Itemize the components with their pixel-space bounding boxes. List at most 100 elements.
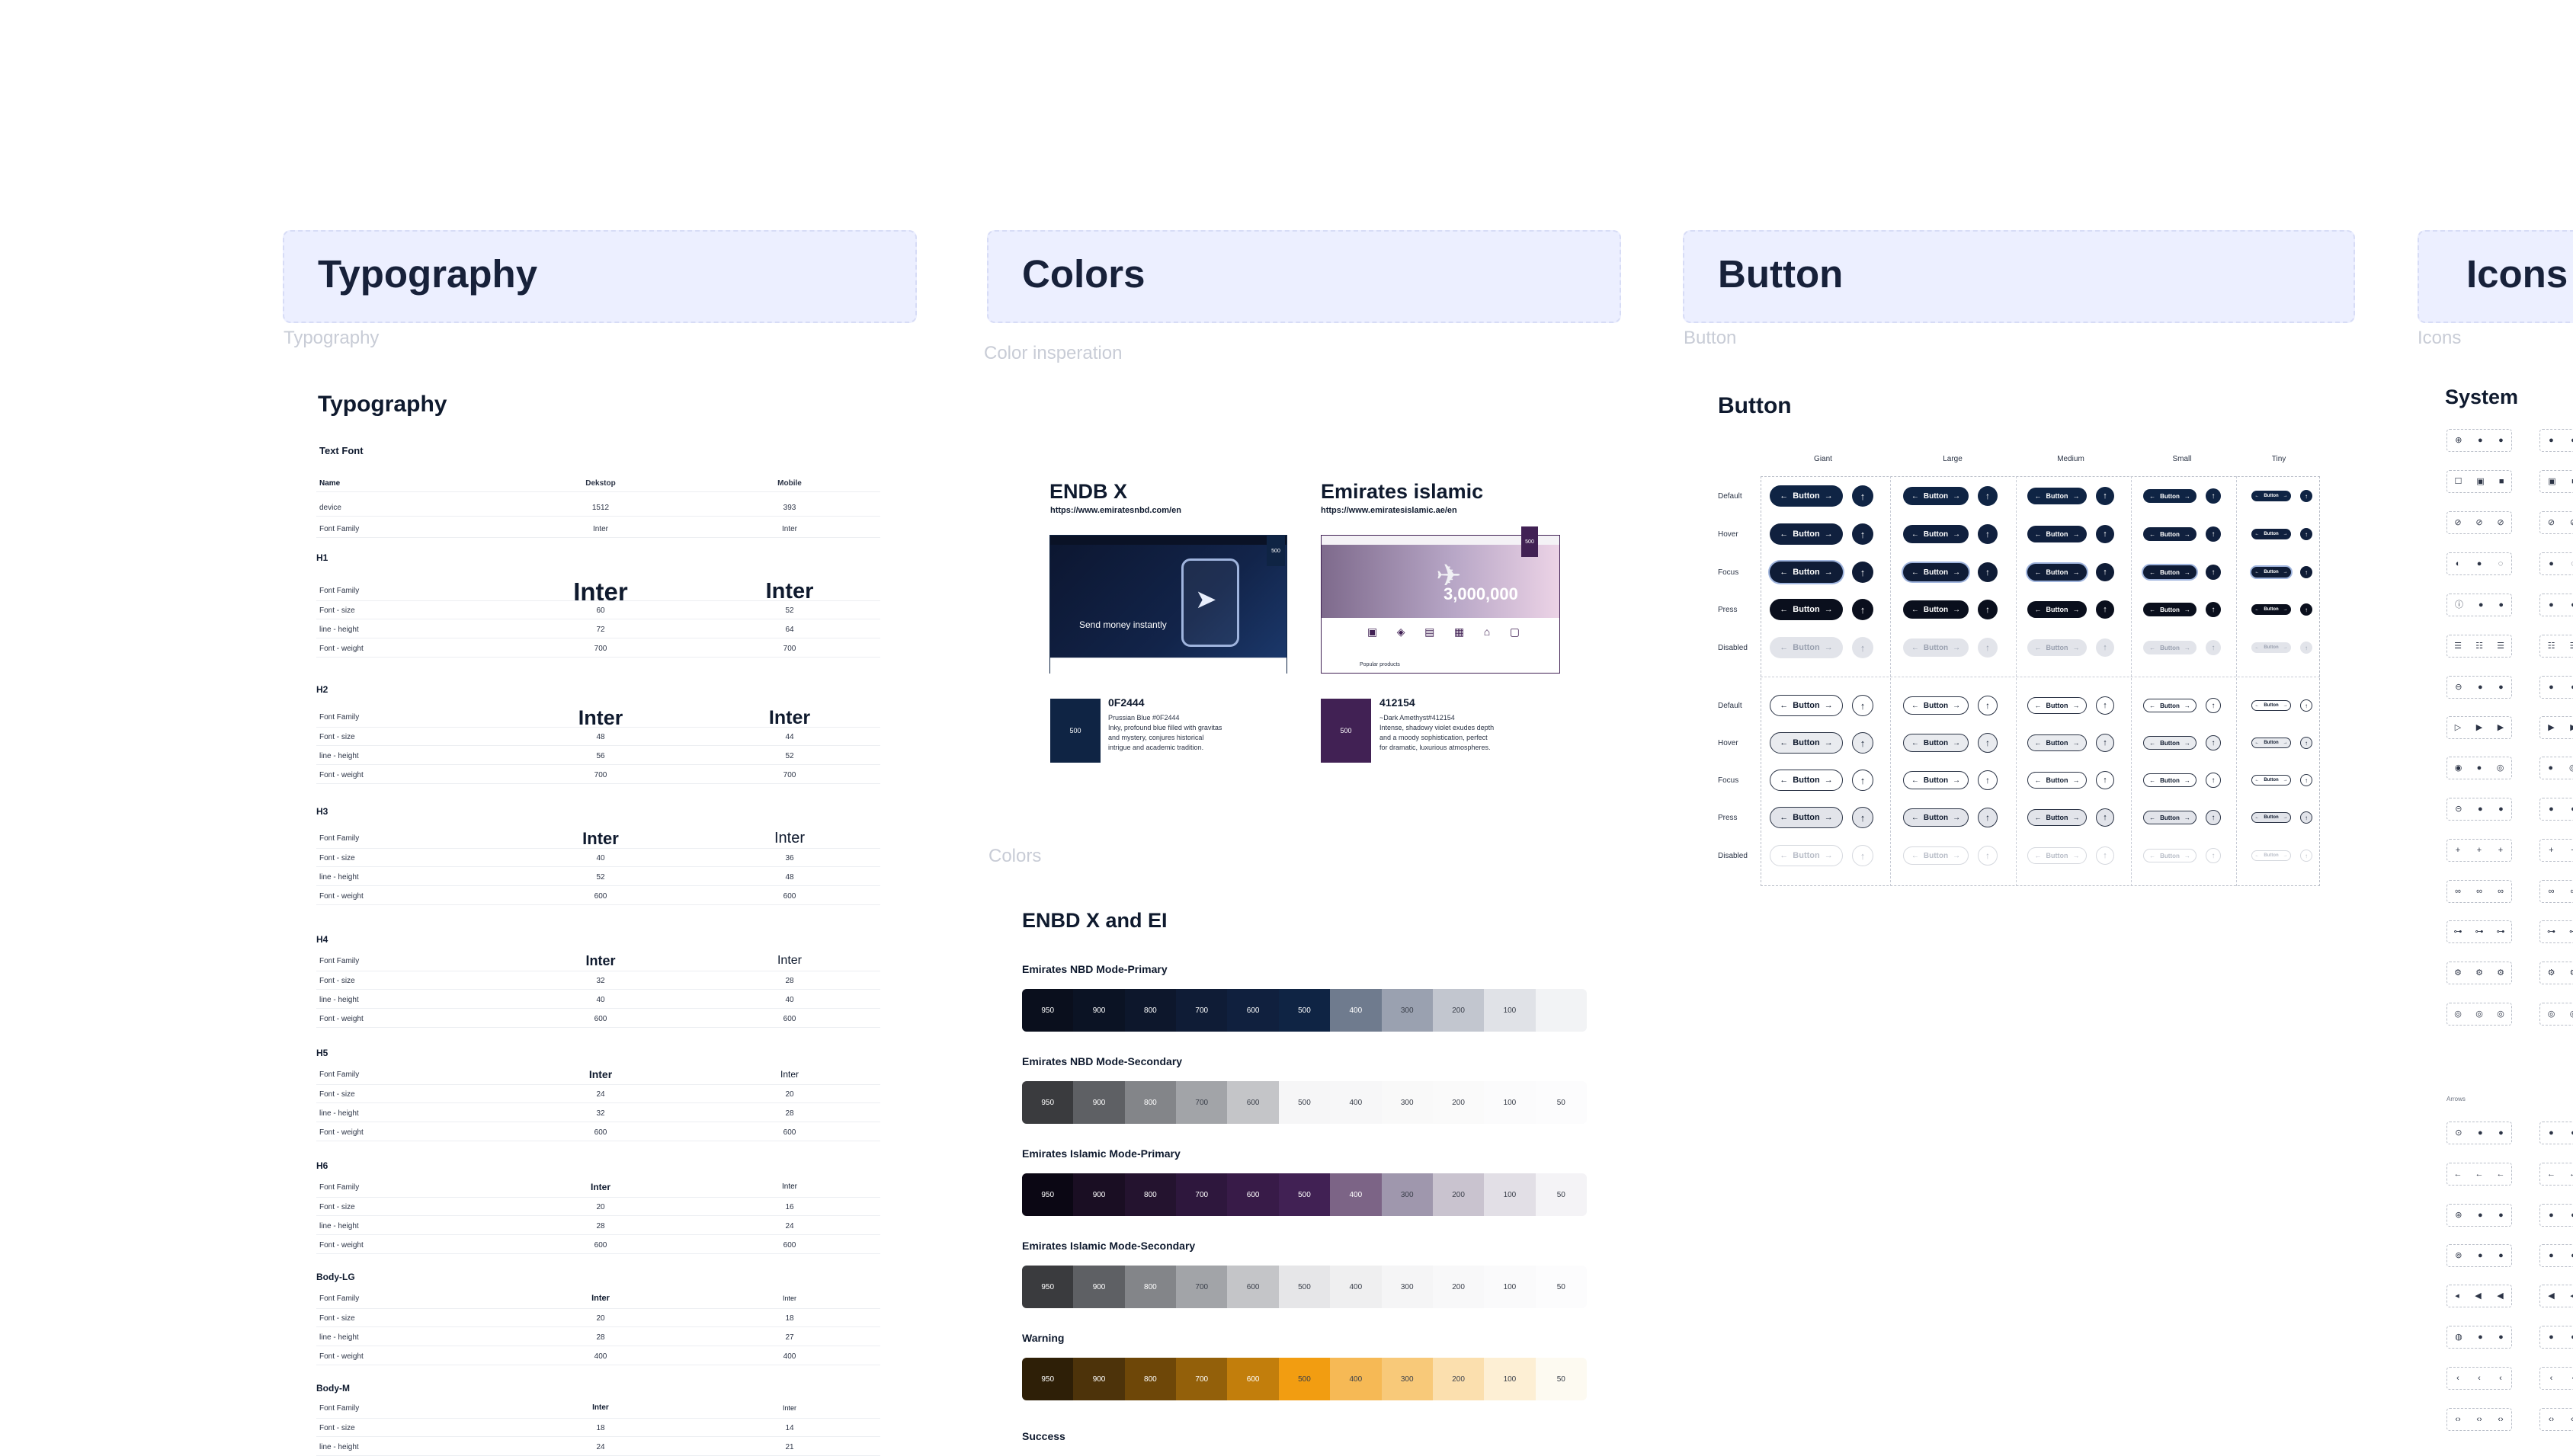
button-outline[interactable]: ← Button → [2027,697,2087,714]
button-outline[interactable]: ← Button → [2251,812,2291,823]
icon-button-outline[interactable]: ↑ [1978,733,1998,753]
button-filled[interactable]: ← Button → [2143,641,2197,654]
color-swatch[interactable]: 400 [1330,1173,1382,1216]
icon-button-filled[interactable]: ↑ [2206,565,2221,580]
icon-button-outline[interactable]: ↑ [2300,774,2312,786]
button-outline[interactable]: ← Button → [2143,811,2197,824]
color-swatch[interactable]: 950 [1022,989,1074,1032]
color-swatch[interactable]: 200 [1432,1266,1485,1308]
color-swatch[interactable]: 950 [1022,1081,1074,1124]
button-filled[interactable]: ← Button → [2027,601,2087,618]
button-filled[interactable]: ← Button → [2027,564,2087,581]
button-outline[interactable]: ← Button → [2251,700,2291,711]
icon-button-filled[interactable]: ↑ [2300,490,2312,502]
icon-button-filled[interactable]: ↑ [2300,566,2312,578]
color-swatch[interactable]: 950 [1022,1266,1074,1308]
icon-button-outline[interactable]: ↑ [1978,808,1998,827]
button-filled[interactable]: ← Button → [1770,562,1843,583]
button-outline[interactable]: ← Button → [2027,772,2087,789]
icon-button-outline[interactable]: ↑ [2300,850,2312,862]
color-swatch[interactable]: 800 [1124,1358,1177,1400]
icon-button-outline[interactable]: ↑ [1852,770,1873,791]
icon-button-outline[interactable]: ↑ [1852,807,1873,828]
icon-button-outline[interactable]: ↑ [2300,811,2312,824]
color-swatch[interactable]: 300 [1381,1358,1433,1400]
button-outline[interactable]: ← Button → [2143,849,2197,862]
button-filled[interactable]: ← Button → [1903,600,1969,619]
color-swatch[interactable]: 700 [1176,1358,1228,1400]
icon-button-outline[interactable]: ↑ [2096,734,2114,752]
button-outline[interactable]: ← Button → [1903,846,1969,865]
button-filled[interactable]: ← Button → [2027,639,2087,656]
icon-button-filled[interactable]: ↑ [1852,485,1873,507]
button-filled[interactable]: ← Button → [1903,525,1969,543]
icon-button-filled[interactable]: ↑ [1978,562,1998,582]
button-outline[interactable]: ← Button → [1903,696,1969,715]
button-outline[interactable]: ← Button → [2251,850,2291,861]
icon-button-outline[interactable]: ↑ [2206,810,2221,825]
color-swatch[interactable]: 500 [1278,1173,1331,1216]
icon-button-filled[interactable]: ↑ [2300,603,2312,616]
button-filled[interactable]: ← Button → [1903,563,1969,581]
icon-button-outline[interactable]: ↑ [1852,845,1873,866]
icon-button-filled[interactable]: ↑ [2206,526,2221,542]
icon-button-filled[interactable]: ↑ [2300,642,2312,654]
color-swatch[interactable]: 600 [1227,1173,1279,1216]
button-filled[interactable]: ← Button → [2027,488,2087,504]
color-swatch[interactable]: 400 [1330,1081,1382,1124]
button-outline[interactable]: ← Button → [1770,732,1843,754]
color-swatch[interactable]: 800 [1124,989,1177,1032]
icon-button-outline[interactable]: ↑ [2096,808,2114,827]
color-swatch[interactable]: 50 [1535,1266,1587,1308]
color-swatch[interactable]: 700 [1176,1081,1228,1124]
icon-button-filled[interactable]: ↑ [2300,528,2312,540]
color-swatch[interactable]: 200 [1432,989,1485,1032]
icon-button-filled[interactable]: ↑ [1978,600,1998,619]
icon-button-outline[interactable]: ↑ [2300,737,2312,749]
button-outline[interactable]: ← Button → [2027,847,2087,864]
color-swatch[interactable]: 950 [1022,1173,1074,1216]
icon-button-filled[interactable]: ↑ [2206,640,2221,655]
enbd-url[interactable]: https://www.emiratesnbd.com/en [1050,506,1181,515]
color-swatch[interactable]: 500 [1278,989,1331,1032]
color-swatch[interactable]: 500 [1278,1266,1331,1308]
button-outline[interactable]: ← Button → [2027,734,2087,751]
button-filled[interactable]: ← Button → [1770,599,1843,620]
color-swatch[interactable]: 900 [1073,1173,1125,1216]
color-swatch[interactable]: 100 [1484,1358,1536,1400]
button-outline[interactable]: ← Button → [2143,736,2197,750]
icon-button-filled[interactable]: ↑ [1852,637,1873,658]
color-swatch[interactable]: 50 [1535,1081,1587,1124]
button-outline[interactable]: ← Button → [1770,807,1843,828]
color-swatch[interactable]: 300 [1381,1081,1433,1124]
color-swatch[interactable]: 400 [1330,989,1382,1032]
button-outline[interactable]: ← Button → [1770,695,1843,716]
color-swatch[interactable]: 400 [1330,1266,1382,1308]
button-outline[interactable]: ← Button → [2251,738,2291,748]
icon-button-filled[interactable]: ↑ [2096,563,2114,581]
color-swatch[interactable]: 900 [1073,1358,1125,1400]
color-swatch[interactable]: 100 [1484,1081,1536,1124]
button-outline[interactable]: ← Button → [1903,808,1969,827]
icon-button-filled[interactable]: ↑ [2096,600,2114,619]
button-filled[interactable]: ← Button → [1903,638,1969,657]
icon-button-filled[interactable]: ↑ [1978,486,1998,506]
button-filled[interactable]: ← Button → [1770,523,1843,545]
icon-button-filled[interactable]: ↑ [1852,599,1873,620]
color-swatch[interactable]: 200 [1432,1173,1485,1216]
button-filled[interactable]: ← Button → [2143,603,2197,616]
color-swatch[interactable]: 50 [1535,1358,1587,1400]
button-outline[interactable]: ← Button → [1770,845,1843,866]
button-filled[interactable]: ← Button → [2251,529,2291,539]
icon-button-outline[interactable]: ↑ [2206,698,2221,713]
icon-button-filled[interactable]: ↑ [1852,562,1873,583]
icon-button-filled[interactable]: ↑ [2096,638,2114,657]
icon-button-filled[interactable]: ↑ [2206,602,2221,617]
button-outline[interactable]: ← Button → [1903,771,1969,789]
color-swatch[interactable]: 800 [1124,1081,1177,1124]
color-swatch[interactable]: 600 [1227,1266,1279,1308]
button-outline[interactable]: ← Button → [1770,770,1843,791]
icon-button-filled[interactable]: ↑ [2206,488,2221,504]
color-swatch[interactable]: 950 [1022,1358,1074,1400]
color-swatch[interactable]: 200 [1432,1081,1485,1124]
